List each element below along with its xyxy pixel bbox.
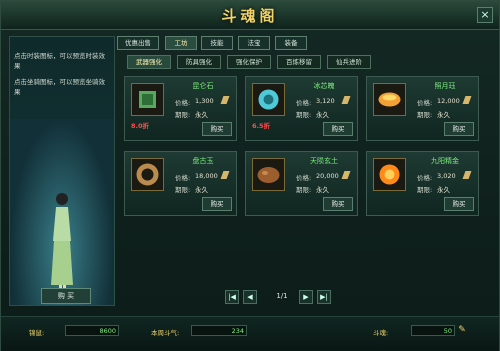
currency-bar: 锦鼠: 8600 本周斗气: 234 斗魂: 50 ✎	[1, 316, 499, 351]
character-figure	[48, 193, 76, 299]
weekly-dou-qi-label: 本周斗气:	[151, 329, 180, 337]
item-time: 永久	[195, 111, 208, 119]
preview-tips: 点击时装图标，可以预览时装效果 点击坐骑图标，可以预览坐骑效果	[14, 51, 110, 103]
item-price: 18,000	[195, 172, 218, 180]
last-page-button[interactable]: ▶|	[317, 290, 331, 304]
item-price: 1,300	[195, 97, 214, 105]
item-grid: 昆仑石 价格: 1,300 期限: 永久 8.0折 购买 冰芯魄 价格: 3,1…	[124, 76, 494, 226]
close-button[interactable]: ×	[477, 7, 493, 23]
pangu-ring-icon[interactable]	[131, 158, 164, 191]
time-label: 期限:	[175, 111, 191, 119]
item-card: 天陨玄土 价格: 20,000 期限: 永久 购买	[245, 151, 358, 216]
dou-hun-icon: ✎	[458, 325, 466, 335]
buy-button[interactable]: 购买	[202, 197, 232, 211]
tab-treasure[interactable]: 法宝	[238, 36, 270, 50]
subtab-armor[interactable]: 防具强化	[177, 55, 221, 69]
item-card: 九阳精金 价格: 3,020 期限: 永久 购买	[366, 151, 479, 216]
page-indicator: 1/1	[276, 292, 288, 300]
item-card: 盘古玉 价格: 18,000 期限: 永久 购买	[124, 151, 237, 216]
jade-cube-icon[interactable]	[131, 83, 164, 116]
time-label: 期限:	[417, 111, 433, 119]
tab-workshop[interactable]: 工坊	[165, 36, 197, 50]
dou-hun-label: 斗魂:	[373, 329, 389, 337]
preview-buy-button[interactable]: 购 买	[41, 288, 91, 304]
tip-mount: 点击坐骑图标，可以预览坐骑效果	[14, 78, 105, 96]
subtab-transfer[interactable]: 百炼移留	[277, 55, 321, 69]
tab-skills[interactable]: 技能	[201, 36, 233, 50]
item-name: 照月珏	[434, 82, 456, 90]
item-price: 3,020	[437, 172, 456, 180]
price-label: 价格:	[417, 174, 433, 182]
coin-icon	[341, 96, 351, 104]
moon-jade-icon[interactable]	[373, 83, 406, 116]
tab-equipment[interactable]: 装备	[275, 36, 307, 50]
title-bar: 斗魂阁 ×	[1, 1, 499, 30]
ice-orb-icon[interactable]	[252, 83, 285, 116]
sun-gold-icon[interactable]	[373, 158, 406, 191]
item-card: 昆仑石 价格: 1,300 期限: 永久 8.0折 购买	[124, 76, 237, 141]
coin-icon	[220, 96, 230, 104]
item-name: 盘古玉	[192, 157, 214, 165]
buy-button[interactable]: 购买	[444, 197, 474, 211]
tip-fashion: 点击时装图标，可以预览时装效果	[14, 52, 105, 70]
meteor-earth-icon[interactable]	[252, 158, 285, 191]
price-label: 价格:	[296, 174, 312, 182]
item-card: 照月珏 价格: 12,000 期限: 永久 购买	[366, 76, 479, 141]
preview-panel: 点击时装图标，可以预览时装效果 点击坐骑图标，可以预览坐骑效果	[9, 36, 115, 306]
item-time: 永久	[437, 186, 450, 194]
tab-discount[interactable]: 优惠出售	[117, 36, 159, 50]
item-time: 永久	[437, 111, 450, 119]
buy-button[interactable]: 购买	[323, 122, 353, 136]
prev-page-button[interactable]: ◀	[243, 290, 257, 304]
item-name: 冰芯魄	[313, 82, 335, 90]
weekly-dou-qi-value: 234	[191, 325, 247, 336]
time-label: 期限:	[417, 186, 433, 194]
buy-button[interactable]: 购买	[323, 197, 353, 211]
coin-icon	[462, 171, 472, 179]
item-time: 永久	[195, 186, 208, 194]
subtab-protect[interactable]: 强化保护	[227, 55, 271, 69]
item-name: 天陨玄土	[310, 157, 338, 165]
next-page-button[interactable]: ▶	[299, 290, 313, 304]
coin-icon	[341, 171, 351, 179]
subtab-weapon[interactable]: 武器强化	[127, 55, 171, 69]
buy-button[interactable]: 购买	[444, 122, 474, 136]
item-card: 冰芯魄 价格: 3,120 期限: 永久 6.5折 购买	[245, 76, 358, 141]
price-label: 价格:	[175, 99, 191, 107]
item-price: 3,120	[316, 97, 335, 105]
price-label: 价格:	[296, 99, 312, 107]
coin-icon	[220, 171, 230, 179]
subtab-advance[interactable]: 仙兵进阶	[327, 55, 371, 69]
time-label: 期限:	[175, 186, 191, 194]
currency-label-1: 锦鼠:	[29, 329, 45, 337]
price-label: 价格:	[175, 174, 191, 182]
coin-icon	[462, 96, 472, 104]
time-label: 期限:	[296, 111, 312, 119]
currency-value-1: 8600	[65, 325, 119, 336]
item-time: 永久	[316, 186, 329, 194]
window-title: 斗魂阁	[221, 7, 279, 25]
time-label: 期限:	[296, 186, 312, 194]
character-preview	[10, 119, 114, 305]
price-label: 价格:	[417, 99, 433, 107]
item-name: 九阳精金	[431, 157, 459, 165]
item-name: 昆仑石	[192, 82, 214, 90]
discount-badge: 6.5折	[252, 122, 271, 130]
item-time: 永久	[316, 111, 329, 119]
discount-badge: 8.0折	[131, 122, 150, 130]
dou-hun-value: 50	[411, 325, 455, 336]
shop-window: 斗魂阁 × 点击时装图标，可以预览时装效果 点击坐骑图标，可以预览坐骑效果 购 …	[0, 0, 500, 351]
item-price: 12,000	[437, 97, 460, 105]
first-page-button[interactable]: |◀	[225, 290, 239, 304]
buy-button[interactable]: 购买	[202, 122, 232, 136]
item-price: 20,000	[316, 172, 339, 180]
